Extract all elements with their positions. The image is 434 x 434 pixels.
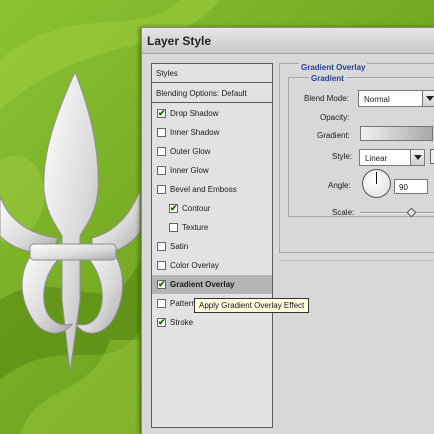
angle-input[interactable]: 90 bbox=[394, 179, 428, 194]
reverse-checkbox[interactable] bbox=[430, 149, 434, 164]
angle-label: Angle: bbox=[328, 181, 351, 190]
checkbox[interactable]: ✔ bbox=[157, 279, 166, 289]
checkbox[interactable] bbox=[169, 223, 178, 232]
style-item-satin[interactable]: Satin bbox=[152, 237, 272, 256]
dialog-title: Layer Style bbox=[147, 34, 212, 48]
style-item-label: Texture bbox=[182, 223, 209, 232]
scale-label: Scale: bbox=[332, 208, 355, 217]
style-item-label: Inner Glow bbox=[170, 166, 209, 175]
style-item-label: Color Overlay bbox=[170, 261, 219, 270]
check-icon: ✔ bbox=[158, 108, 166, 118]
style-label: Style: bbox=[332, 152, 353, 161]
style-item-inner-glow[interactable]: Inner Glow bbox=[152, 161, 272, 180]
blending-options-item[interactable]: Blending Options: Default bbox=[152, 84, 272, 103]
checkbox[interactable] bbox=[157, 185, 166, 194]
style-item-label: Drop Shadow bbox=[170, 109, 219, 118]
style-item-label: Inner Shadow bbox=[170, 128, 220, 137]
checkbox[interactable] bbox=[157, 242, 166, 251]
gradient-swatch[interactable] bbox=[360, 126, 433, 141]
style-item-bevel-and-emboss[interactable]: Bevel and Emboss bbox=[152, 180, 272, 199]
tooltip: Apply Gradient Overlay Effect bbox=[194, 298, 310, 313]
style-value: Linear bbox=[365, 154, 388, 163]
style-item-drop-shadow[interactable]: ✔ Drop Shadow bbox=[152, 104, 272, 123]
style-item-contour[interactable]: ✔ Contour bbox=[152, 199, 272, 218]
layer-style-dialog: Layer Style Styles Blending Options: Def… bbox=[141, 27, 434, 434]
check-icon: ✔ bbox=[158, 317, 166, 327]
checkbox[interactable] bbox=[157, 299, 166, 308]
style-item-label: Outer Glow bbox=[170, 147, 211, 156]
check-icon: ✔ bbox=[170, 203, 178, 213]
checkbox[interactable]: ✔ bbox=[157, 108, 166, 118]
check-icon: ✔ bbox=[158, 279, 166, 289]
group-title: Gradient Overlay bbox=[299, 63, 368, 72]
style-item-outer-glow[interactable]: Outer Glow bbox=[152, 142, 272, 161]
chevron-down-icon bbox=[422, 91, 434, 106]
style-list: Styles Blending Options: Default ✔ Drop S… bbox=[151, 63, 273, 428]
style-item-label: Stroke bbox=[170, 318, 194, 327]
style-item-color-overlay[interactable]: Color Overlay bbox=[152, 256, 272, 275]
checkbox[interactable] bbox=[157, 147, 166, 156]
style-item-label: Contour bbox=[182, 204, 211, 213]
subgroup-title: Gradient bbox=[309, 74, 346, 83]
angle-needle bbox=[376, 172, 377, 184]
scale-slider-track[interactable] bbox=[360, 212, 434, 214]
blend-mode-select[interactable]: Normal bbox=[358, 90, 434, 107]
blend-mode-value: Normal bbox=[364, 95, 390, 104]
divider bbox=[279, 260, 434, 261]
style-item-label: Satin bbox=[170, 242, 189, 251]
style-item-label: Gradient Overlay bbox=[170, 280, 235, 289]
chevron-down-icon bbox=[410, 150, 424, 165]
styles-header[interactable]: Styles bbox=[152, 64, 272, 83]
checkbox[interactable] bbox=[157, 166, 166, 175]
gradient-label: Gradient: bbox=[317, 131, 350, 140]
checkbox[interactable] bbox=[157, 128, 166, 137]
style-item-inner-shadow[interactable]: Inner Shadow bbox=[152, 123, 272, 142]
opacity-label: Opacity: bbox=[320, 113, 350, 122]
style-item-gradient-overlay[interactable]: ✔ Gradient Overlay bbox=[152, 275, 272, 294]
checkbox[interactable]: ✔ bbox=[157, 317, 166, 327]
style-item-label: Bevel and Emboss bbox=[170, 185, 237, 194]
style-select[interactable]: Linear bbox=[359, 149, 425, 166]
dialog-titlebar[interactable]: Layer Style bbox=[142, 28, 434, 54]
style-item-stroke[interactable]: ✔ Stroke bbox=[152, 313, 272, 332]
checkbox[interactable]: ✔ bbox=[169, 203, 178, 213]
style-item-texture[interactable]: Texture bbox=[152, 218, 272, 237]
blend-mode-label: Blend Mode: bbox=[304, 94, 349, 103]
checkbox[interactable] bbox=[157, 261, 166, 270]
angle-dial[interactable] bbox=[362, 169, 391, 198]
